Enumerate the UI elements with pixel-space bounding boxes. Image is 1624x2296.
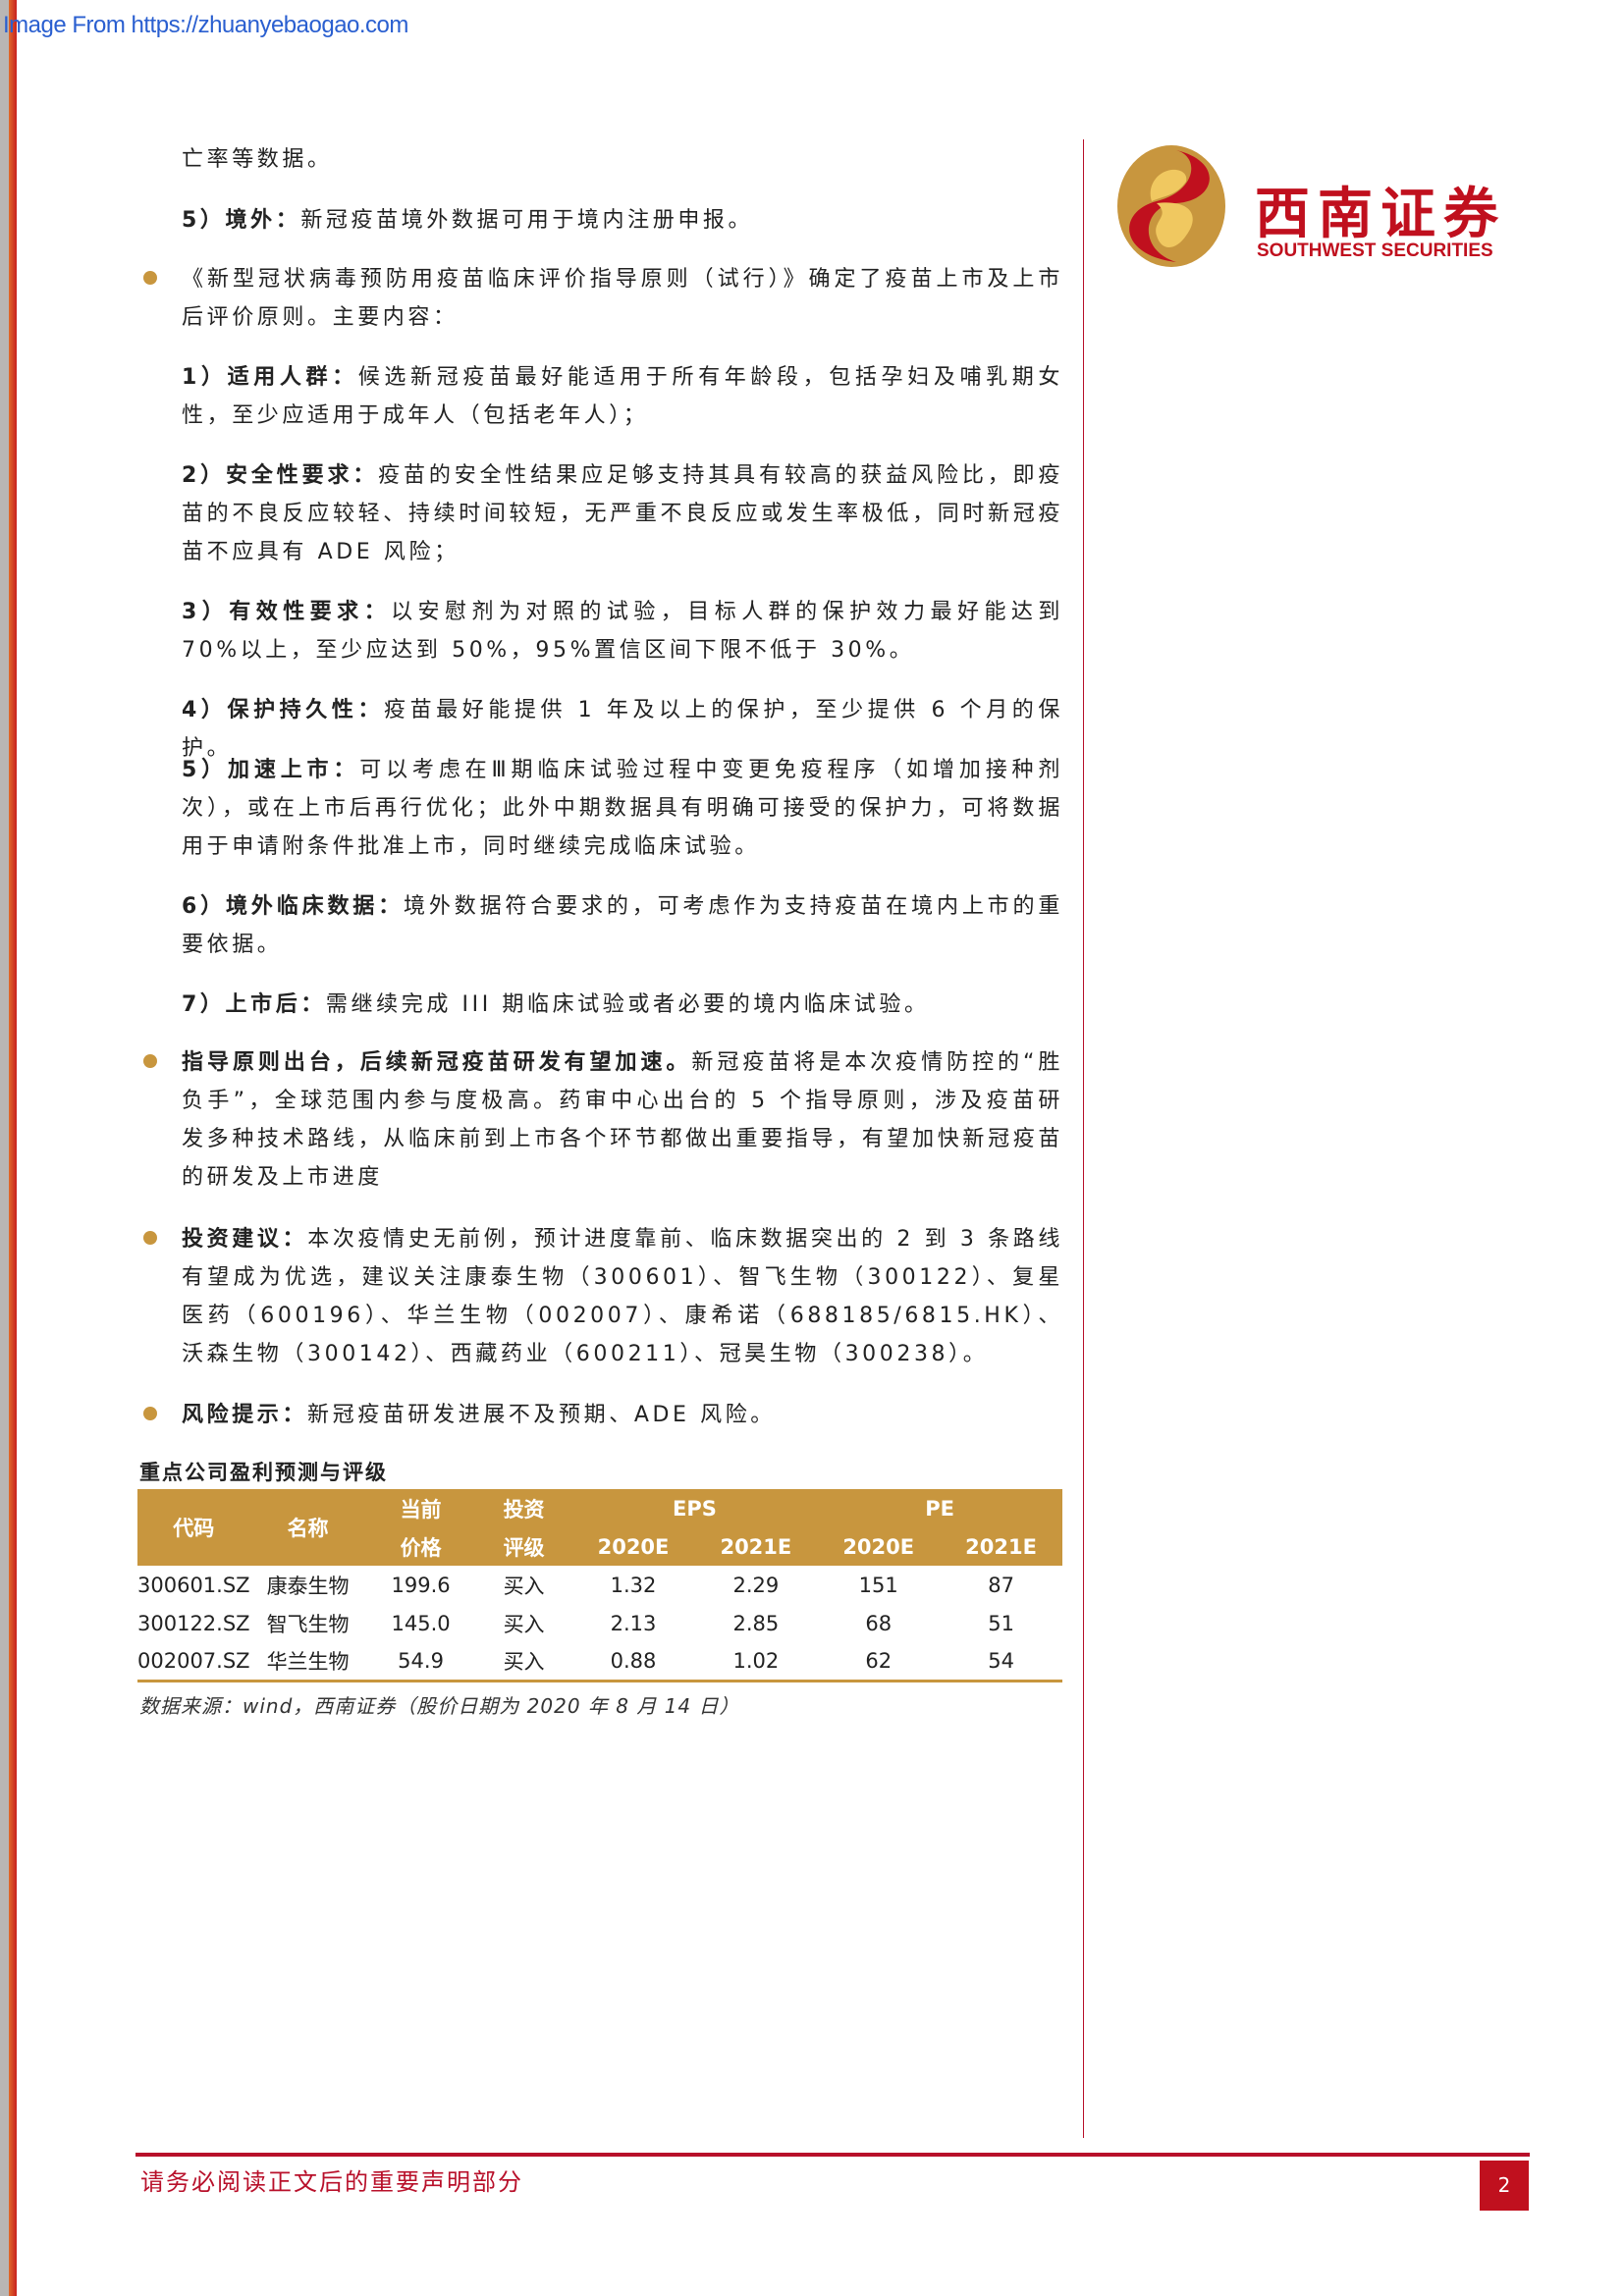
header-price-2: 价格 [400, 1535, 442, 1560]
bullet-icon [143, 1231, 157, 1245]
page-number: 2 [1480, 2161, 1529, 2211]
table-cell: 2.29 [732, 1573, 780, 1597]
header-price: 当前 [400, 1497, 442, 1522]
table-cell: 68 [865, 1611, 893, 1635]
paragraph: 5）加速上市：可以考虑在Ⅲ期临床试验过程中变更免疫程序（如增加接种剂次），或在上… [182, 758, 1063, 859]
left-stripe-red [9, 0, 17, 2296]
table-cell: 54 [940, 1642, 1062, 1682]
header-rating-2: 评级 [503, 1535, 545, 1560]
table-cell: 康泰生物 [266, 1574, 350, 1598]
table-cell: 2.85 [732, 1611, 780, 1635]
bullet-icon [143, 1054, 157, 1068]
logo-chinese-name: 西南证券 [1255, 182, 1506, 246]
table-cell: 智飞生物 [266, 1612, 350, 1636]
header-pe-2020: 2020E [842, 1534, 915, 1559]
logo-english-name: SOUTHWEST SECURITIES [1257, 240, 1493, 261]
table-cell: 买入 [503, 1574, 545, 1598]
table-cell: 1.02 [694, 1642, 818, 1682]
logo-emblem-icon [1117, 145, 1225, 267]
table-cell: 2.13 [610, 1611, 657, 1635]
table-cell: 145.0 [391, 1611, 451, 1635]
left-stripe-gray [0, 0, 9, 2296]
paragraph: 7）上市后：需继续完成 III 期临床试验或者必要的境内临床试验。 [182, 992, 930, 1017]
company-logo: 西南证券 SOUTHWEST SECURITIES [1117, 142, 1530, 270]
table-cell: 199.6 [391, 1573, 451, 1597]
table-cell: 002007.SZ [137, 1642, 250, 1682]
paragraph: 亡率等数据。 [182, 147, 333, 172]
header-eps-2020: 2020E [597, 1534, 670, 1559]
paragraph: 投资建议：本次疫情史无前例，预计进度靠前、临床数据突出的 2 到 3 条路线有望… [182, 1227, 1063, 1366]
header-pe-2021: 2021E [965, 1534, 1037, 1559]
table-row: 300601.SZ 康泰生物 199.6 买入 1.32 2.29 151 87 [137, 1566, 1062, 1604]
paragraph: 5）境外：新冠疫苗境外数据可用于境内注册申报。 [182, 208, 754, 233]
bullet-icon [143, 271, 157, 285]
paragraph: 6）境外临床数据：境外数据符合要求的，可考虑作为支持疫苗在境内上市的重要依据。 [182, 894, 1063, 957]
bullet-icon [143, 1407, 157, 1420]
header-eps: EPS [672, 1496, 717, 1521]
paragraph: 3）有效性要求：以安慰剂为对照的试验，目标人群的保护效力最好能达到 70%以上，… [182, 600, 1063, 663]
table-row: 002007.SZ 华兰生物 54.9 买入 0.88 1.02 62 54 [137, 1642, 1062, 1682]
footer-disclaimer: 请务必阅读正文后的重要声明部分 [140, 2168, 523, 2196]
column-divider [1083, 139, 1084, 2138]
watermark-link[interactable]: Image From https://zhuanyebaogao.com [3, 12, 408, 39]
table-cell: 0.88 [571, 1642, 695, 1682]
header-pe: PE [925, 1496, 955, 1521]
paragraph: 2）安全性要求：疫苗的安全性结果应足够支持其具有较高的获益风险比，即疫苗的不良反… [182, 463, 1064, 564]
table-cell: 87 [988, 1573, 1014, 1597]
table-cell: 300601.SZ [137, 1573, 250, 1597]
header-code: 代码 [173, 1517, 215, 1540]
paragraph: 指导原则出台，后续新冠疫苗研发有望加速。新冠疫苗将是本次疫情防控的“胜负手”，全… [182, 1050, 1063, 1190]
table-row: 300122.SZ 智飞生物 145.0 买入 2.13 2.85 68 51 [137, 1604, 1062, 1642]
paragraph: 《新型冠状病毒预防用疫苗临床评价指导原则（试行）》确定了疫苗上市及上市后评价原则… [182, 267, 1063, 330]
paragraph: 1）适用人群：候选新冠疫苗最好能适用于所有年龄段，包括孕妇及哺乳期女性，至少应适… [182, 365, 1063, 428]
table-cell: 买入 [503, 1612, 545, 1636]
table-cell: 买入 [475, 1642, 572, 1682]
paragraph: 风险提示：新冠疫苗研发进展不及预期、ADE 风险。 [182, 1403, 776, 1427]
table-title: 重点公司盈利预测与评级 [139, 1461, 388, 1484]
footer-rule [135, 2153, 1530, 2157]
table-cell: 54.9 [365, 1642, 476, 1682]
table-source: 数据来源：wind，西南证券（股价日期为 2020 年 8 月 14 日） [139, 1694, 740, 1718]
header-eps-2021: 2021E [720, 1534, 792, 1559]
header-rating: 投资 [503, 1497, 545, 1522]
table-cell: 300122.SZ [137, 1611, 250, 1635]
table-cell: 151 [858, 1573, 898, 1597]
earnings-forecast-table: 代码 名称 当前 投资 EPS PE 价格 评级 2020E 2021E 202… [137, 1489, 1062, 1682]
table-cell: 51 [988, 1611, 1014, 1635]
table-cell: 华兰生物 [249, 1642, 366, 1682]
table-cell: 1.32 [610, 1573, 657, 1597]
table-cell: 62 [817, 1642, 941, 1682]
header-name: 名称 [287, 1517, 329, 1540]
